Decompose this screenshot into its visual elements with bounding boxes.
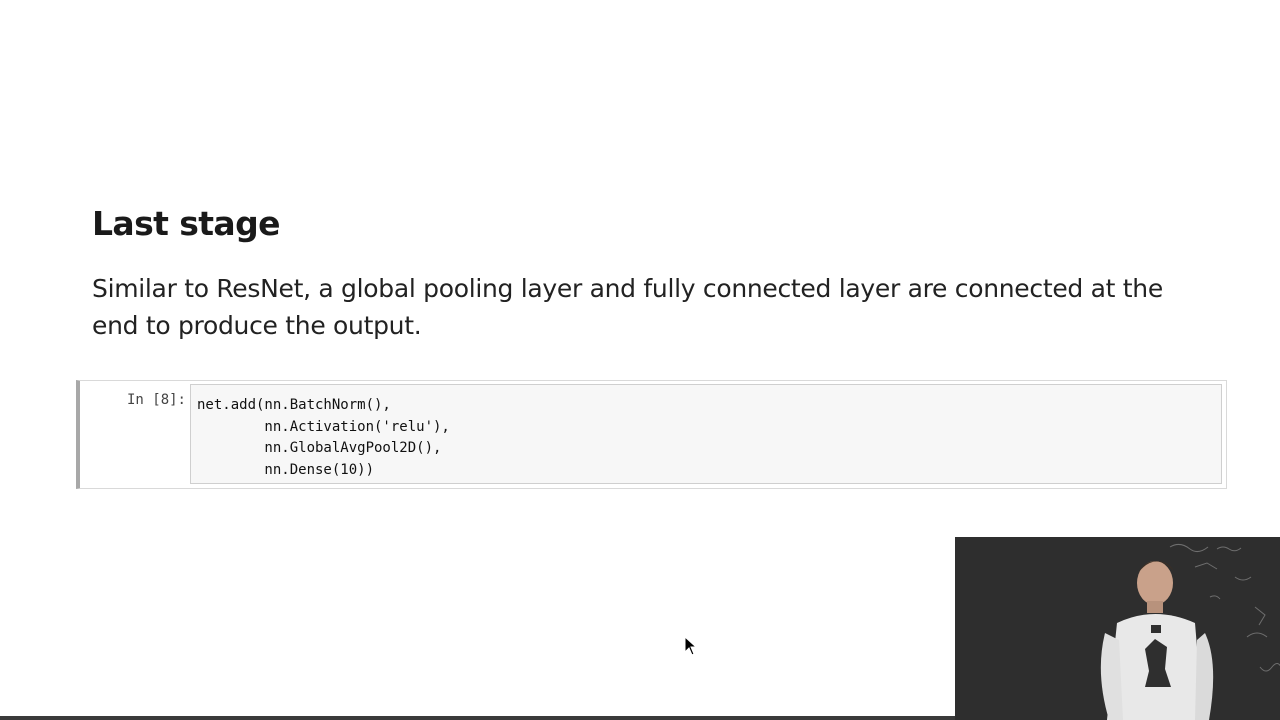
code-line: nn.Dense(10)) [197, 461, 375, 478]
code-line: nn.GlobalAvgPool2D(), [197, 440, 442, 456]
progress-bar [0, 716, 955, 720]
code-editor[interactable]: net.add(nn.BatchNorm(), nn.Activation('r… [190, 384, 1222, 484]
slide-heading: Last stage [92, 204, 281, 243]
presenter-image [955, 537, 1280, 720]
slide-paragraph: Similar to ResNet, a global pooling laye… [92, 274, 1163, 340]
code-cell[interactable]: In [8]: net.add(nn.BatchNorm(), nn.Activ… [76, 380, 1227, 489]
code-line: nn.Activation('relu'), [197, 418, 450, 435]
presenter-video [955, 537, 1280, 720]
cell-prompt: In [8]: [126, 392, 186, 408]
mouse-pointer-icon [684, 636, 698, 656]
code-line: net.add(nn.BatchNorm(), [197, 397, 391, 413]
